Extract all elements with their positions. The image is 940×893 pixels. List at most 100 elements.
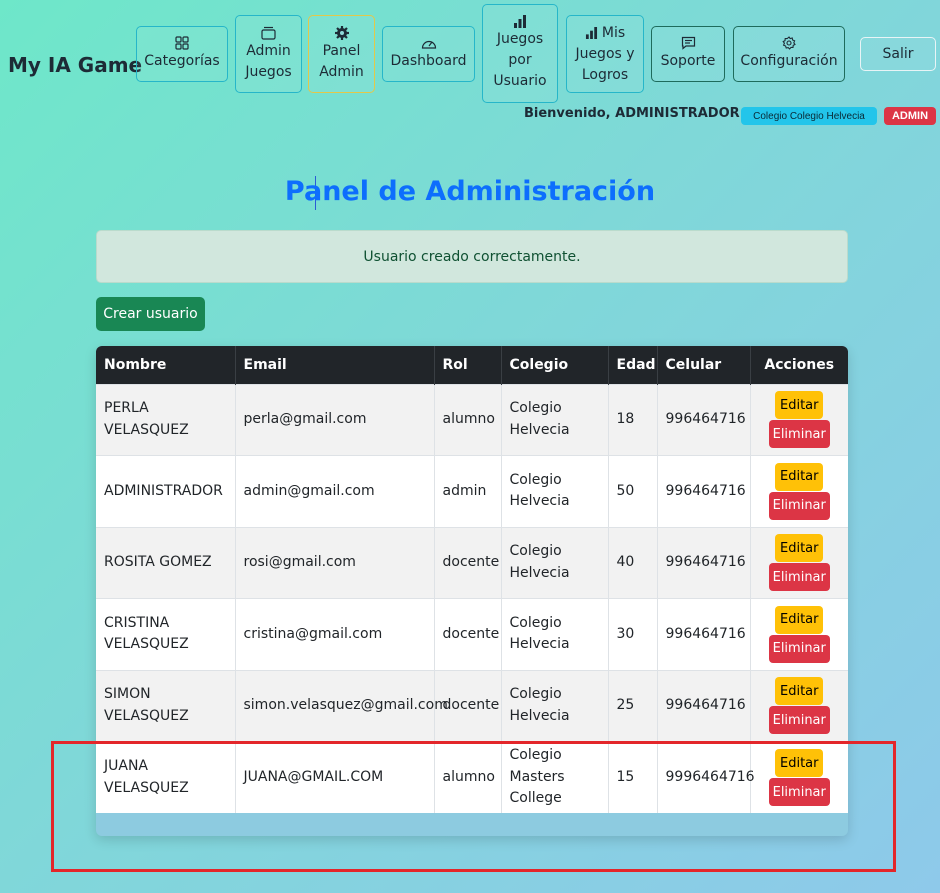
archive-icon bbox=[261, 26, 276, 40]
cell-colegio: Colegio Helvecia bbox=[501, 598, 609, 670]
cell-colegio: Colegio Helvecia bbox=[501, 455, 609, 527]
cell-nombre-line2: VELASQUEZ bbox=[104, 636, 189, 653]
cell-edad: 50 bbox=[608, 455, 658, 527]
nav-mis-juegos-label-3: Logros bbox=[581, 66, 629, 83]
nav-dashboard-button[interactable]: Dashboard bbox=[382, 26, 475, 82]
nav-dashboard-label: Dashboard bbox=[390, 52, 467, 69]
nav-admin-juegos-label-2: Juegos bbox=[245, 63, 292, 80]
delete-button[interactable]: Eliminar bbox=[768, 706, 830, 735]
cell-colegio-line2: Helvecia bbox=[509, 421, 570, 438]
cell-colegio-line1: Colegio bbox=[509, 471, 562, 488]
cell-edad: 40 bbox=[608, 526, 658, 599]
edit-button[interactable]: Editar bbox=[775, 605, 824, 634]
cell-colegio: Colegio Helvecia bbox=[501, 383, 609, 456]
table-row: CRISTINA VELASQUEZ cristina@gmail.com docen… bbox=[96, 598, 848, 670]
cell-celular: 996464716 bbox=[657, 598, 751, 670]
cell-colegio: Colegio Helvecia bbox=[501, 669, 609, 742]
cell-rol: docente bbox=[434, 669, 502, 742]
delete-button[interactable]: Eliminar bbox=[768, 420, 830, 449]
cell-colegio: Colegio Helvecia bbox=[501, 526, 609, 599]
nav-mis-juegos-button[interactable]: Mis Juegos y Logros bbox=[566, 15, 644, 93]
success-alert-text: Usuario creado correctamente. bbox=[363, 248, 581, 265]
cell-colegio-line1: Colegio bbox=[509, 543, 562, 560]
header-celular: Celular bbox=[657, 346, 751, 384]
cell-colegio-line2: Helvecia bbox=[509, 636, 570, 653]
cell-nombre-line2: VELASQUEZ bbox=[104, 707, 189, 724]
table-row: PERLA VELASQUEZ perla@gmail.com alumno Cole… bbox=[96, 383, 848, 456]
cell-celular: 996464716 bbox=[657, 526, 751, 599]
nav-categorias-label: Categorías bbox=[144, 53, 220, 69]
cell-colegio-line3: College bbox=[509, 790, 562, 807]
cell-email: cristina@gmail.com bbox=[235, 598, 435, 670]
delete-button[interactable]: Eliminar bbox=[768, 634, 830, 663]
cell-nombre: PERLA VELASQUEZ bbox=[96, 383, 236, 456]
nav-juegos-usuario-label-1: Juegos bbox=[496, 31, 544, 47]
cell-acciones: Editar Eliminar bbox=[750, 669, 848, 742]
edit-button[interactable]: Editar bbox=[775, 677, 824, 706]
cell-nombre: JUANA VELASQUEZ bbox=[96, 741, 236, 813]
speedometer-icon bbox=[421, 40, 436, 49]
nav-admin-juegos-label-1: Admin bbox=[246, 42, 291, 59]
cell-acciones: Editar Eliminar bbox=[750, 526, 848, 599]
nav-soporte-button[interactable]: Soporte bbox=[651, 26, 725, 82]
cell-nombre: ADMINISTRADOR bbox=[96, 455, 236, 527]
table-row: JUANA VELASQUEZ JUANA@GMAIL.COM alumno Coleg… bbox=[96, 741, 848, 813]
delete-button[interactable]: Eliminar bbox=[768, 563, 830, 592]
cell-nombre-line1: JUANA bbox=[104, 758, 149, 774]
page-title: Panel de Administración bbox=[284, 176, 656, 207]
cell-email: admin@gmail.com bbox=[235, 455, 435, 527]
cell-nombre-line1: PERLA VELASQUEZ bbox=[104, 400, 189, 438]
nav-panel-admin-label-1: Panel bbox=[322, 42, 361, 59]
header-email: Email bbox=[235, 346, 435, 384]
edit-button[interactable]: Editar bbox=[775, 462, 824, 491]
bar-chart-icon bbox=[514, 15, 526, 28]
nav-configuracion-button[interactable]: Configuración bbox=[733, 26, 845, 82]
cell-edad: 25 bbox=[608, 669, 658, 742]
success-alert: Usuario creado correctamente. bbox=[96, 230, 848, 283]
cell-nombre-line1: SIMON bbox=[104, 686, 151, 703]
header-nombre: Nombre bbox=[96, 346, 236, 384]
cell-nombre-line1: ADMINISTRADOR bbox=[104, 482, 223, 499]
cell-colegio: Colegio Masters College bbox=[501, 741, 609, 813]
nav-admin-juegos-button[interactable]: Admin Juegos bbox=[235, 15, 302, 93]
cell-colegio-line2: Masters bbox=[509, 768, 565, 785]
cell-celular: 996464716 bbox=[657, 455, 751, 527]
nav-panel-admin-button[interactable]: Panel Admin bbox=[308, 15, 375, 93]
cell-email: JUANA@GMAIL.COM bbox=[235, 741, 435, 813]
nav-mis-juegos-top: Mis bbox=[585, 23, 625, 44]
edit-button[interactable]: Editar bbox=[775, 749, 824, 777]
header-rol: Rol bbox=[434, 346, 502, 384]
gear-icon bbox=[334, 25, 349, 40]
cell-colegio-line2: Helvecia bbox=[509, 707, 570, 724]
nav-juegos-usuario-label-3: Usuario bbox=[493, 73, 547, 89]
cell-rol: alumno bbox=[434, 383, 502, 456]
cell-celular: 9996464716 bbox=[657, 741, 755, 813]
delete-button[interactable]: Eliminar bbox=[768, 778, 830, 806]
nav-panel-admin-label-2: Admin bbox=[319, 63, 364, 80]
create-user-button[interactable]: Crear usuario bbox=[96, 297, 205, 331]
cell-acciones: Editar Eliminar bbox=[750, 598, 848, 670]
users-table: Nombre Email Rol Colegio Edad Celular Ac… bbox=[96, 346, 848, 813]
delete-button[interactable]: Eliminar bbox=[768, 491, 830, 520]
nav-mis-juegos-label-1: Mis bbox=[601, 24, 626, 41]
edit-button[interactable]: Editar bbox=[775, 391, 824, 420]
brand-logo[interactable]: My IA Game bbox=[8, 53, 142, 77]
table-row: ADMINISTRADOR admin@gmail.com admin Colegio… bbox=[96, 455, 848, 527]
cell-celular: 996464716 bbox=[657, 383, 751, 456]
nav-soporte-label: Soporte bbox=[660, 53, 716, 69]
logout-button[interactable]: Salir bbox=[860, 37, 936, 71]
school-badge: Colegio Colegio Helvecia bbox=[741, 107, 877, 125]
chat-icon bbox=[681, 36, 695, 50]
cell-nombre: SIMON VELASQUEZ bbox=[96, 669, 236, 742]
users-table-container: Nombre Email Rol Colegio Edad Celular Ac… bbox=[96, 346, 848, 836]
cell-rol: docente bbox=[434, 598, 502, 670]
edit-button[interactable]: Editar bbox=[775, 534, 824, 563]
settings-icon bbox=[782, 36, 796, 50]
grid-icon bbox=[175, 36, 189, 50]
nav-juegos-usuario-label-2: por bbox=[508, 52, 532, 68]
cell-colegio-line1: Colegio bbox=[509, 747, 562, 764]
role-badge: ADMIN bbox=[884, 107, 936, 125]
cell-nombre-line1: CRISTINA bbox=[104, 614, 170, 631]
nav-juegos-usuario-button[interactable]: Juegos por Usuario bbox=[482, 4, 558, 103]
nav-categorias-button[interactable]: Categorías bbox=[136, 26, 228, 82]
